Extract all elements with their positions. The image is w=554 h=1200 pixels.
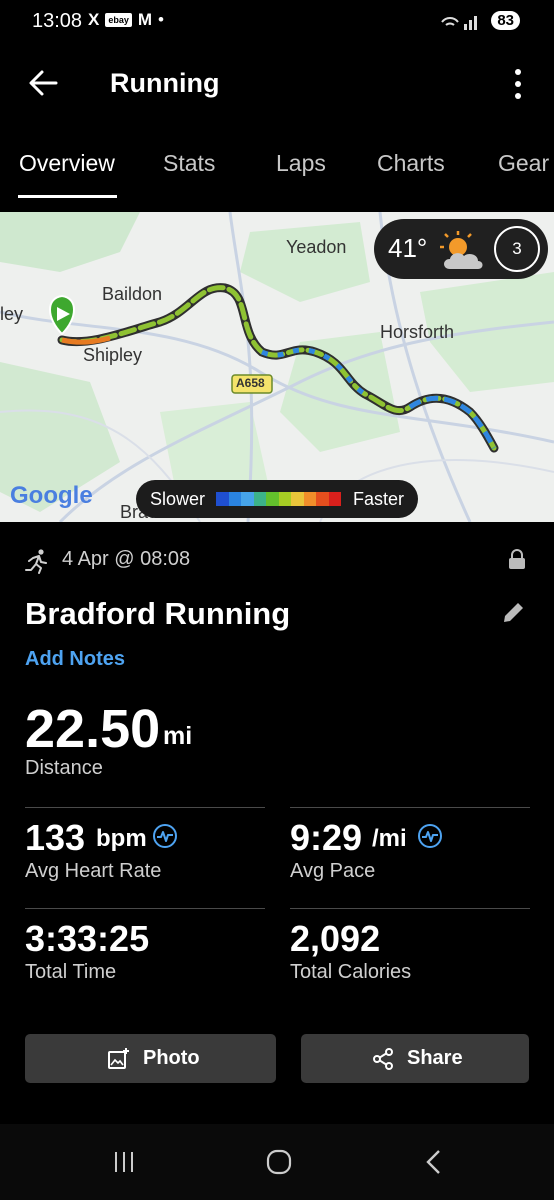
divider — [25, 908, 265, 909]
lap-count-badge[interactable]: 3 — [494, 226, 540, 272]
ebay-app-icon: ebay — [105, 13, 132, 27]
total-time-label: Total Time — [25, 961, 117, 983]
status-bar: 13:08 X ebay M • 83 — [0, 0, 554, 44]
divider — [290, 807, 530, 808]
heart-rate-label: Avg Heart Rate — [25, 860, 162, 882]
distance-value: 22.50 — [25, 699, 161, 759]
pace-color-swatch — [266, 492, 279, 506]
partly-cloudy-icon — [440, 231, 483, 269]
pace-label: Avg Pace — [290, 860, 376, 882]
heart-rate-value: 133 — [25, 817, 86, 858]
total-time-value: 3:33:25 — [25, 918, 150, 959]
activity-name: Bradford Running — [25, 596, 291, 631]
tab-charts[interactable]: Charts — [377, 150, 445, 177]
pace-color-swatch — [328, 492, 341, 506]
distance-label: Distance — [25, 757, 103, 779]
system-nav-bar — [0, 1124, 554, 1200]
map-label-horsforth: Horsforth — [380, 322, 455, 342]
calories-value: 2,092 — [290, 918, 381, 959]
pace-value: 9:29 — [290, 817, 363, 858]
running-icon — [25, 549, 47, 574]
share-button-label: Share — [407, 1047, 463, 1069]
edit-pencil-icon[interactable] — [500, 600, 526, 626]
tab-stats[interactable]: Stats — [163, 150, 215, 177]
add-photo-icon — [108, 1048, 129, 1069]
pace-color-swatch — [291, 492, 304, 506]
pace-chart-icon[interactable] — [417, 823, 443, 849]
road-label: A658 — [236, 376, 265, 390]
back-nav-icon[interactable] — [424, 1149, 444, 1175]
pace-color-scale — [216, 492, 341, 506]
signal-icon — [441, 16, 477, 30]
distance-unit: mi — [163, 722, 193, 750]
heart-rate-chart-icon[interactable] — [152, 823, 178, 849]
map-label-baildon: Baildon — [102, 284, 163, 304]
temperature: 41° — [388, 233, 428, 263]
share-icon — [373, 1048, 393, 1070]
dot-icon: • — [158, 10, 164, 29]
google-logo: Google — [10, 482, 93, 510]
notification-icons: X ebay M • — [88, 10, 164, 30]
pace-legend: Slower Faster — [136, 480, 418, 518]
back-arrow-icon[interactable] — [26, 66, 60, 100]
pace-color-swatch — [278, 492, 291, 506]
tab-overview[interactable]: Overview — [19, 150, 115, 177]
status-time: 13:08 — [32, 10, 83, 32]
page-title: Running — [110, 68, 220, 98]
photo-button[interactable]: Photo — [25, 1034, 276, 1083]
recent-apps-icon[interactable] — [112, 1150, 136, 1174]
pace-color-swatch — [216, 492, 229, 506]
tab-bar: Overview Stats Laps Charts Gear — [0, 140, 554, 200]
pace-color-swatch — [228, 492, 241, 506]
lock-icon[interactable] — [508, 548, 526, 570]
divider — [25, 807, 265, 808]
add-notes-link[interactable]: Add Notes — [25, 648, 125, 671]
map-label-ley: ley — [0, 304, 24, 324]
google-attribution: Google — [10, 482, 93, 509]
home-icon[interactable] — [266, 1149, 292, 1175]
heart-rate-unit: bpm — [96, 825, 147, 852]
divider — [290, 908, 530, 909]
battery-icon: 83 — [491, 11, 520, 30]
more-options-icon[interactable] — [508, 68, 528, 100]
active-tab-indicator — [18, 195, 117, 198]
share-button[interactable]: Share — [301, 1034, 529, 1083]
pace-color-swatch — [241, 492, 254, 506]
legend-faster: Faster — [352, 489, 404, 509]
x-app-icon: X — [88, 10, 100, 29]
photo-button-label: Photo — [143, 1047, 200, 1069]
map-label-shipley: Shipley — [83, 345, 143, 365]
calories-label: Total Calories — [290, 961, 412, 983]
pace-unit: /mi — [372, 825, 407, 852]
lap-count: 3 — [512, 239, 522, 258]
map-label-yeadon: Yeadon — [286, 237, 347, 257]
activity-date: 4 Apr @ 08:08 — [62, 548, 191, 570]
pace-color-swatch — [316, 492, 329, 506]
legend-slower: Slower — [150, 489, 206, 509]
pace-color-swatch — [253, 492, 266, 506]
tab-gear[interactable]: Gear — [498, 150, 549, 177]
gmail-app-icon: M — [137, 10, 153, 29]
pace-color-swatch — [303, 492, 316, 506]
tab-laps[interactable]: Laps — [276, 150, 326, 177]
